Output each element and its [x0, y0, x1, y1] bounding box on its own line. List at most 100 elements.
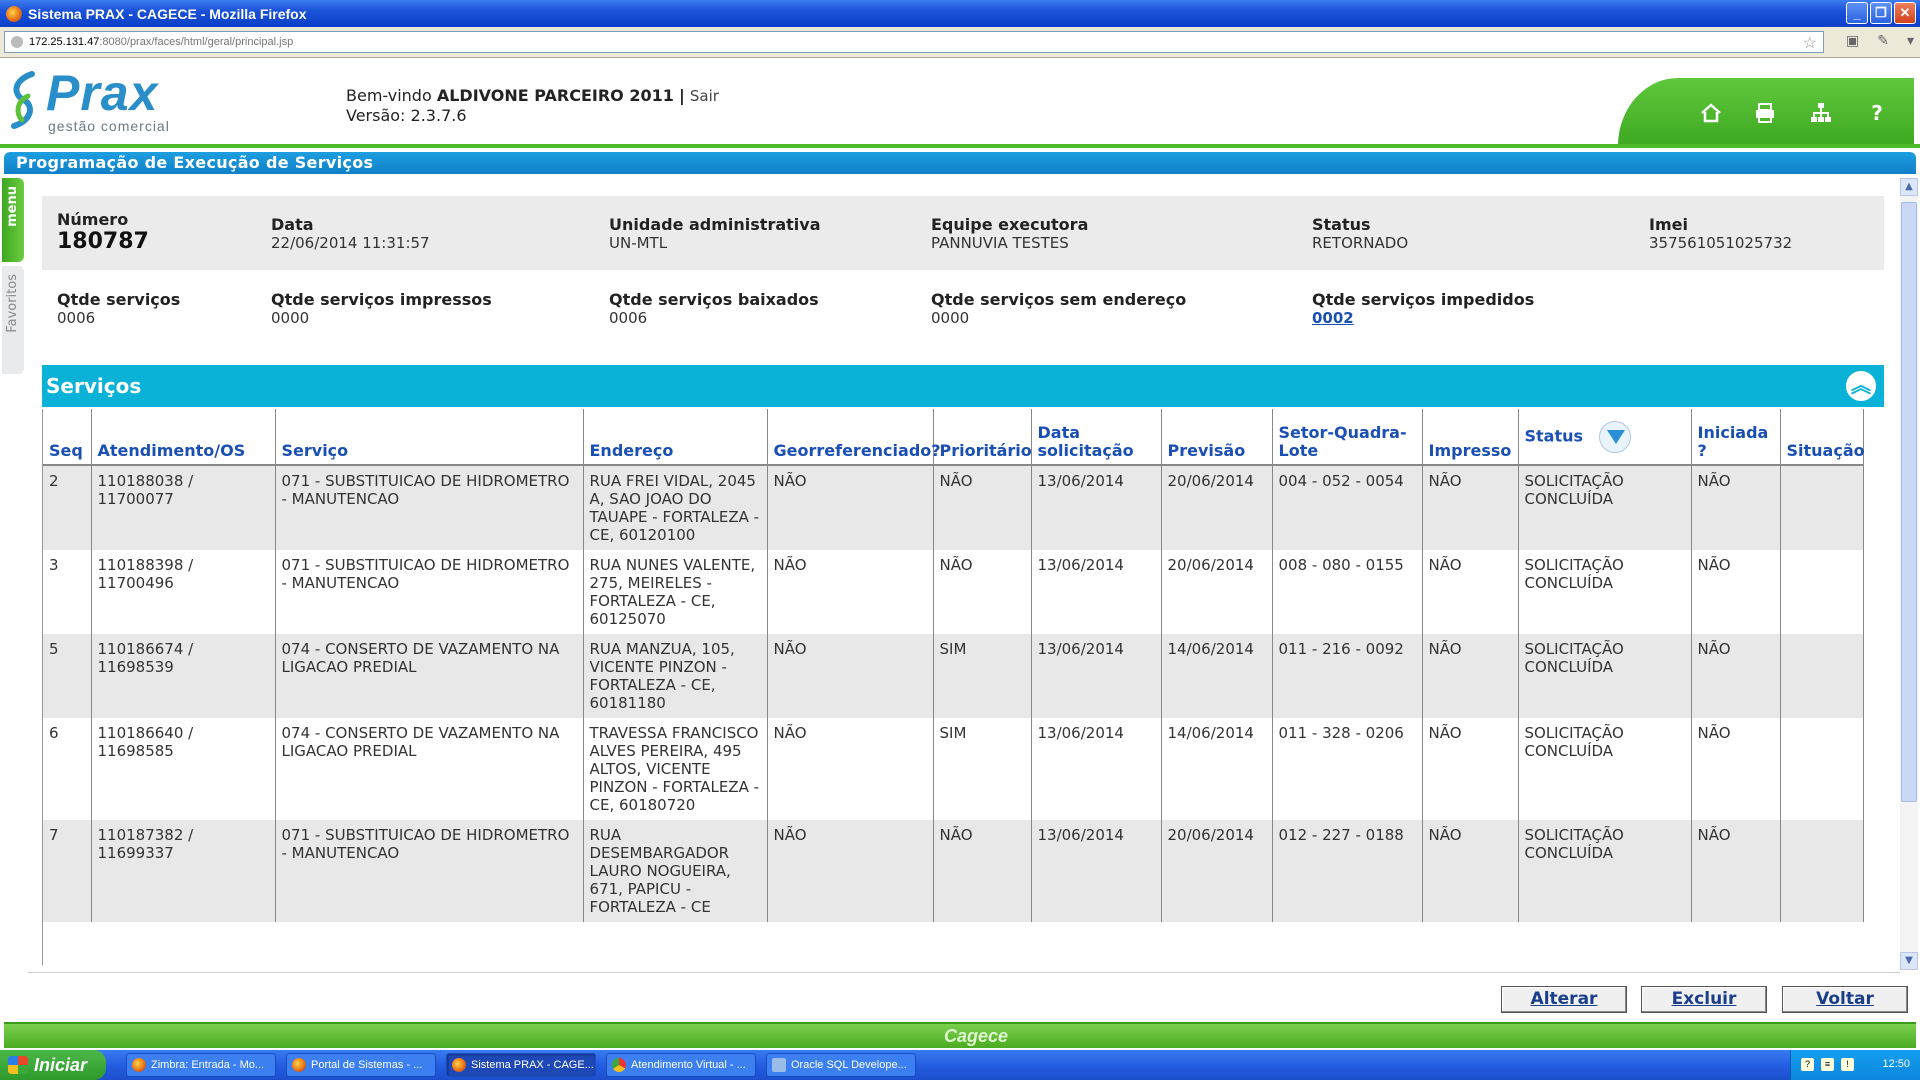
- firefox-icon: [6, 5, 22, 22]
- help-icon[interactable]: ?: [1864, 100, 1890, 126]
- col-header-prioritario[interactable]: Prioritário: [933, 409, 1032, 466]
- collapse-up-icon[interactable]: ︽: [1844, 369, 1878, 403]
- col-header-iniciada[interactable]: Iniciada ?: [1691, 409, 1781, 466]
- equipe-value: PANNUVIA TESTES: [931, 234, 1069, 252]
- table-row[interactable]: 5 110186674 / 11698539 074 - CONSERTO DE…: [43, 634, 1864, 718]
- app-footer: Cagece: [4, 1022, 1916, 1048]
- cell-georreferenciado: NÃO: [767, 634, 934, 718]
- col-header-previsao[interactable]: Previsão: [1161, 409, 1273, 466]
- side-favorites-label: Favoritos: [5, 274, 20, 333]
- table-row[interactable]: 2 110188038 / 11700077 071 - SUBSTITUICA…: [43, 465, 1864, 550]
- qtde-impedidos-link[interactable]: 0002: [1312, 309, 1534, 327]
- firefox-icon: [292, 1058, 306, 1072]
- side-favorites-tab[interactable]: Favoritos: [2, 266, 24, 374]
- security-tray-icon[interactable]: !: [1841, 1058, 1854, 1071]
- taskbar-item-label: Sistema PRAX - CAGE...: [471, 1059, 594, 1071]
- firefox-icon: [132, 1058, 146, 1072]
- cell-situacao: [1780, 634, 1864, 718]
- user-name: ALDIVONE PARCEIRO 2011: [436, 86, 674, 105]
- start-button[interactable]: Iniciar: [0, 1050, 106, 1080]
- system-tray: ? ≡ ! 12:50: [1790, 1050, 1920, 1080]
- cell-data-solicitacao: 13/06/2014: [1031, 465, 1162, 550]
- scroll-up-icon[interactable]: ▲: [1900, 178, 1918, 196]
- cell-endereco: RUA DESEMBARGADOR LAURO NOGUEIRA, 671, P…: [583, 820, 768, 922]
- col-header-data-solicitacao[interactable]: Data solicitação: [1031, 409, 1162, 466]
- col-header-atendimento[interactable]: Atendimento/OS: [91, 409, 276, 466]
- alterar-button[interactable]: Alterar: [1501, 986, 1627, 1013]
- cell-servico: 074 - CONSERTO DE VAZAMENTO NA LIGACAO P…: [275, 634, 584, 718]
- col-header-status[interactable]: Status: [1518, 409, 1692, 466]
- header-actions: ?: [1618, 78, 1914, 146]
- cell-atendimento: 110188038 / 11700077: [91, 465, 276, 550]
- cell-servico: 074 - CONSERTO DE VAZAMENTO NA LIGACAO P…: [275, 718, 584, 820]
- field-qtde-sem-endereco: Qtde serviços sem endereço 0000: [931, 290, 1186, 327]
- taskbar-item-portal[interactable]: Portal de Sistemas - ...: [286, 1053, 436, 1077]
- cell-setor-quadra-lote: 004 - 052 - 0054: [1272, 465, 1423, 550]
- cell-georreferenciado: NÃO: [767, 465, 934, 550]
- cell-prioritario: SIM: [933, 718, 1032, 820]
- scroll-thumb[interactable]: [1901, 202, 1917, 802]
- taskbar-item-prax[interactable]: Sistema PRAX - CAGE...: [446, 1053, 596, 1077]
- toolbar-icons: ▣ ✎ ▾: [1846, 33, 1914, 49]
- home-icon[interactable]: [1698, 100, 1724, 126]
- excluir-button[interactable]: Excluir: [1641, 986, 1767, 1013]
- cell-seq: 5: [43, 634, 92, 718]
- minimize-button[interactable]: _: [1846, 2, 1868, 24]
- logout-link[interactable]: Sair: [690, 87, 719, 105]
- sitemap-icon[interactable]: [1808, 100, 1834, 126]
- side-menu-tab[interactable]: menu: [2, 178, 24, 262]
- col-header-situacao[interactable]: Situação: [1780, 409, 1865, 466]
- cell-impresso: NÃO: [1422, 550, 1519, 634]
- table-row[interactable]: 7 110187382 / 11699337 071 - SUBSTITUICA…: [43, 820, 1864, 922]
- voltar-button[interactable]: Voltar: [1782, 986, 1908, 1013]
- extension-icon[interactable]: ✎: [1877, 33, 1889, 49]
- col-header-seq[interactable]: Seq: [43, 409, 92, 466]
- network-tray-icon[interactable]: ≡: [1821, 1058, 1834, 1071]
- close-button[interactable]: ✕: [1894, 2, 1916, 24]
- cell-data-solicitacao: 13/06/2014: [1031, 718, 1162, 820]
- taskbar-item-atendimento[interactable]: Atendimento Virtual - ...: [606, 1053, 756, 1077]
- cell-situacao: [1780, 465, 1864, 550]
- cell-atendimento: 110188398 / 11700496: [91, 550, 276, 634]
- cell-status: SOLICITAÇÃO CONCLUÍDA: [1518, 550, 1692, 634]
- cell-servico: 071 - SUBSTITUICAO DE HIDROMETRO - MANUT…: [275, 550, 584, 634]
- cell-atendimento: 110187382 / 11699337: [91, 820, 276, 922]
- restore-button[interactable]: ❐: [1870, 2, 1892, 24]
- scroll-down-icon[interactable]: ▼: [1900, 952, 1918, 970]
- table-row[interactable]: 6 110186640 / 11698585 074 - CONSERTO DE…: [43, 718, 1864, 820]
- url-bar[interactable]: 172.25.131.47 :8080/prax/faces/html/gera…: [4, 31, 1824, 53]
- qtde-sem-endereco-value: 0000: [931, 309, 970, 327]
- cell-status: SOLICITAÇÃO CONCLUÍDA: [1518, 465, 1692, 550]
- filter-icon[interactable]: [1598, 420, 1631, 453]
- clock[interactable]: 12:50: [1882, 1058, 1910, 1070]
- cell-status: SOLICITAÇÃO CONCLUÍDA: [1518, 634, 1692, 718]
- field-data: Data 22/06/2014 11:31:57: [271, 215, 430, 252]
- cell-data-solicitacao: 13/06/2014: [1031, 634, 1162, 718]
- qtde-impressos-value: 0000: [271, 309, 310, 327]
- help-tray-icon[interactable]: ?: [1801, 1058, 1814, 1071]
- windows-logo-icon: [8, 1056, 28, 1074]
- logo-name: Prax: [46, 65, 159, 121]
- cell-setor-quadra-lote: 011 - 328 - 0206: [1272, 718, 1423, 820]
- col-header-georreferenciado[interactable]: Georreferenciado?: [767, 409, 941, 466]
- col-header-servico[interactable]: Serviço: [275, 409, 584, 466]
- taskbar-item-zimbra[interactable]: Zimbra: Entrada - Mo...: [126, 1053, 276, 1077]
- print-icon[interactable]: [1752, 100, 1778, 126]
- addon-icon[interactable]: ▣: [1846, 33, 1859, 49]
- table-header-row: Seq Atendimento/OS Serviço Endereço Geor…: [43, 409, 1865, 466]
- field-qtde-servicos: Qtde serviços 0006: [57, 290, 180, 327]
- col-header-endereco[interactable]: Endereço: [583, 409, 768, 466]
- menu-dropdown-icon[interactable]: ▾: [1907, 33, 1914, 49]
- field-qtde-baixados: Qtde serviços baixados 0006: [609, 290, 819, 327]
- equipe-label: Equipe executora: [931, 215, 1089, 234]
- site-identity-icon[interactable]: [11, 36, 23, 48]
- page-title: Programação de Execução de Serviços: [4, 152, 1916, 174]
- col-header-impresso[interactable]: Impresso: [1422, 409, 1519, 466]
- col-header-setor-quadra-lote[interactable]: Setor-Quadra-Lote: [1272, 409, 1423, 466]
- cell-endereco: RUA FREI VIDAL, 2045 A, SAO JOAO DO TAUA…: [583, 465, 768, 550]
- taskbar-item-oracle[interactable]: Oracle SQL Develope...: [766, 1053, 916, 1077]
- bookmark-star-icon[interactable]: ☆: [1803, 33, 1817, 53]
- version-label: Versão: 2.3.7.6: [346, 106, 467, 125]
- table-row[interactable]: 3 110188398 / 11700496 071 - SUBSTITUICA…: [43, 550, 1864, 634]
- vertical-scrollbar[interactable]: ▲ ▼: [1900, 178, 1918, 970]
